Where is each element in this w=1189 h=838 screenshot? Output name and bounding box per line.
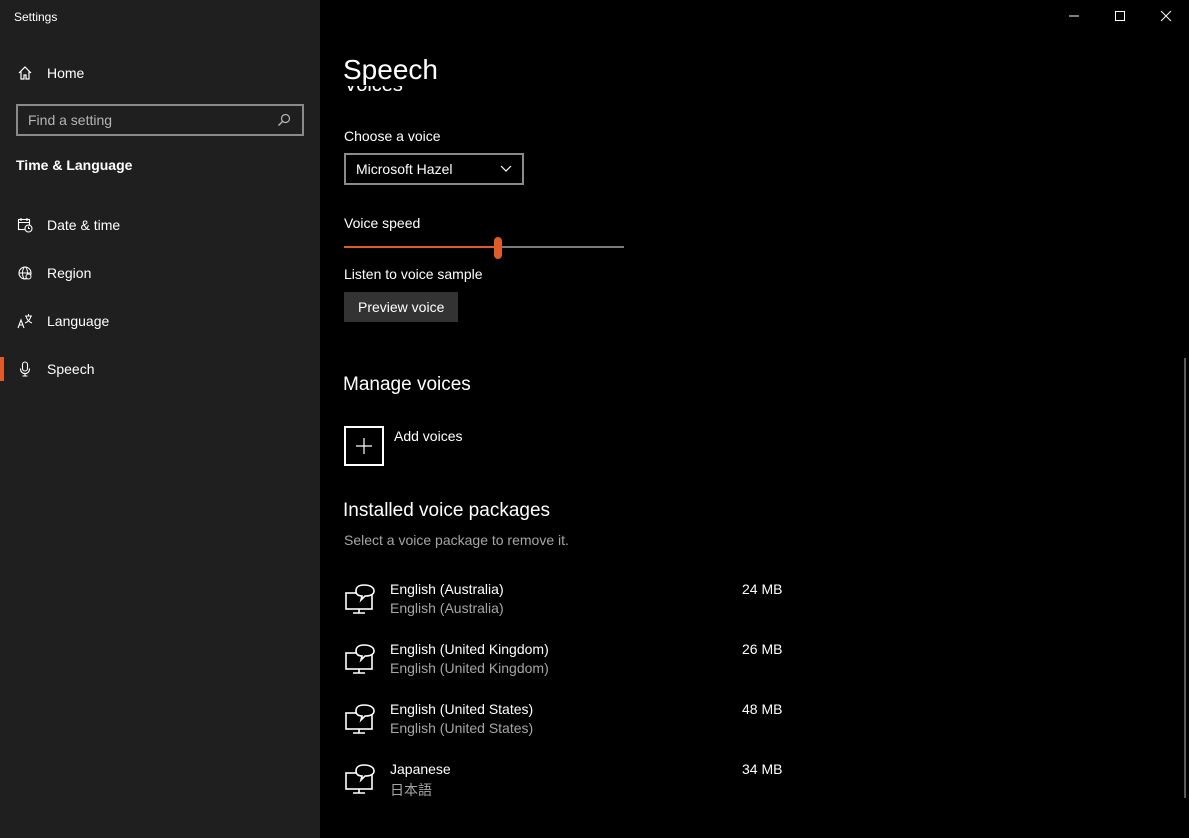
scrollbar[interactable]	[1184, 358, 1186, 798]
language-icon	[17, 313, 33, 329]
voice-speed-slider[interactable]	[344, 236, 624, 260]
voice-package-item[interactable]: Japanese 日本語 34 MB	[344, 761, 784, 805]
sidebar-item-speech[interactable]: Speech	[0, 349, 320, 389]
voice-package-size: 26 MB	[742, 641, 783, 657]
voice-package-icon	[344, 583, 378, 615]
voice-package-native-name: English (United Kingdom)	[390, 660, 549, 676]
listen-label: Listen to voice sample	[344, 266, 483, 282]
add-voices-label[interactable]: Add voices	[394, 428, 462, 444]
slider-thumb[interactable]	[494, 237, 502, 259]
voice-package-item[interactable]: English (United Kingdom) English (United…	[344, 641, 784, 685]
maximize-icon	[1115, 11, 1125, 21]
maximize-button[interactable]	[1097, 0, 1143, 32]
voice-package-size: 48 MB	[742, 701, 783, 717]
chevron-down-icon	[500, 165, 512, 172]
sidebar: Settings Home Time & Language Date & tim…	[0, 0, 320, 838]
voice-dropdown[interactable]: Microsoft Hazel	[344, 153, 524, 185]
slider-fill	[344, 246, 498, 248]
voice-package-native-name: English (United States)	[390, 720, 534, 736]
section-title: Time & Language	[16, 157, 133, 173]
choose-voice-label: Choose a voice	[344, 128, 441, 144]
minimize-icon	[1069, 15, 1079, 17]
voice-speed-label: Voice speed	[344, 215, 421, 231]
home-icon	[17, 65, 33, 81]
sidebar-item-home[interactable]: Home	[0, 53, 320, 93]
voice-package-name: English (United States)	[390, 701, 534, 717]
sidebar-item-region[interactable]: Region	[0, 253, 320, 293]
voice-package-icon	[344, 763, 378, 795]
close-icon	[1160, 10, 1172, 22]
app-title: Settings	[14, 10, 58, 24]
sidebar-item-label: Date & time	[47, 217, 121, 233]
search-input[interactable]	[18, 112, 272, 128]
voice-package-icon	[344, 643, 378, 675]
voice-dropdown-value: Microsoft Hazel	[356, 161, 453, 177]
minimize-button[interactable]	[1051, 0, 1097, 32]
sidebar-item-label: Home	[47, 65, 85, 81]
preview-voice-button[interactable]: Preview voice	[344, 292, 459, 322]
voice-package-size: 34 MB	[742, 761, 783, 777]
voice-package-name: Japanese	[390, 761, 451, 777]
voice-package-native-name: 日本語	[390, 782, 432, 798]
calendar-clock-icon	[17, 217, 33, 233]
voice-package-item[interactable]: English (United States) English (United …	[344, 701, 784, 745]
sidebar-item-label: Language	[47, 313, 110, 329]
voice-package-item[interactable]: English (Australia) English (Australia) …	[344, 581, 784, 625]
globe-icon	[17, 265, 33, 281]
sidebar-item-label: Region	[47, 265, 92, 281]
voice-package-icon	[344, 703, 378, 735]
manage-voices-heading: Manage voices	[343, 374, 471, 395]
microphone-icon	[17, 361, 33, 377]
installed-packages-hint: Select a voice package to remove it.	[344, 532, 569, 548]
page-title: Speech	[343, 54, 438, 85]
close-button[interactable]	[1143, 0, 1189, 32]
voice-package-size: 24 MB	[742, 581, 783, 597]
voice-package-name: English (United Kingdom)	[390, 641, 549, 657]
sidebar-item-language[interactable]: Language	[0, 301, 320, 341]
voices-heading: Voices	[344, 86, 544, 103]
voice-package-name: English (Australia)	[390, 581, 504, 597]
voice-package-native-name: English (Australia)	[390, 600, 504, 616]
sidebar-item-date-time[interactable]: Date & time	[0, 205, 320, 245]
search-box[interactable]	[16, 104, 304, 136]
plus-icon	[356, 438, 372, 454]
sidebar-item-label: Speech	[47, 361, 95, 377]
installed-packages-heading: Installed voice packages	[343, 500, 551, 521]
search-icon[interactable]	[272, 108, 296, 132]
add-voices-button[interactable]	[344, 426, 384, 466]
